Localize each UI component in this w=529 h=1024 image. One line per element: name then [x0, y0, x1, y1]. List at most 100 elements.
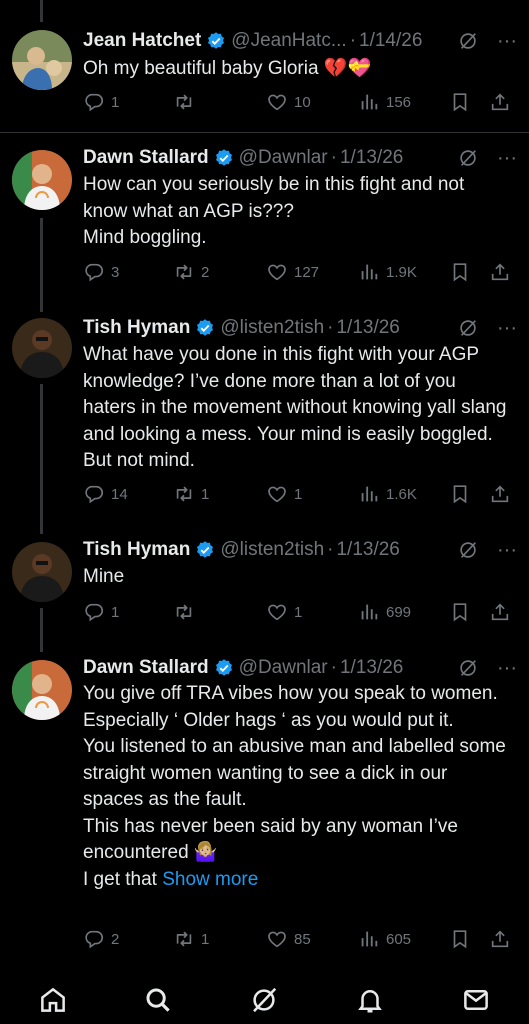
repost-icon: [173, 928, 195, 950]
tweet-date[interactable]: 1/13/26: [336, 539, 399, 561]
share-button[interactable]: [489, 260, 517, 284]
verified-badge-icon: [195, 318, 215, 338]
repost-button[interactable]: [173, 90, 201, 114]
home-icon: [41, 987, 65, 1012]
tweet-actions: 14 1 1 1.6K: [83, 482, 517, 506]
author-handle[interactable]: @Dawnlar: [239, 657, 328, 679]
author-name[interactable]: Dawn Stallard: [83, 657, 209, 679]
author-name[interactable]: Jean Hatchet: [83, 30, 201, 52]
author-handle[interactable]: @Dawnlar: [239, 147, 328, 169]
reply-button[interactable]: 14: [83, 482, 128, 506]
like-button[interactable]: 127: [266, 260, 319, 284]
reply-button[interactable]: 1: [83, 90, 119, 114]
like-button[interactable]: 1: [266, 600, 302, 624]
grok-icon[interactable]: [457, 30, 479, 52]
nav-grok[interactable]: [247, 983, 281, 1017]
like-count: 127: [294, 263, 320, 281]
avatar[interactable]: [12, 150, 72, 210]
views-button[interactable]: 605: [358, 927, 411, 951]
tweet-date[interactable]: 1/13/26: [336, 317, 399, 339]
bookmark-button[interactable]: [449, 90, 477, 114]
like-button[interactable]: 85: [266, 927, 311, 951]
repost-button[interactable]: 2: [173, 260, 209, 284]
views-count: 1.6K: [386, 485, 417, 503]
repost-button[interactable]: 1: [173, 482, 209, 506]
tweet-date[interactable]: 1/14/26: [359, 30, 422, 52]
avatar[interactable]: [12, 660, 72, 720]
nav-home[interactable]: [36, 983, 70, 1017]
grok-icon[interactable]: [457, 539, 479, 561]
reply-icon: [83, 928, 105, 950]
like-button[interactable]: 1: [266, 482, 302, 506]
bookmark-button[interactable]: [449, 927, 477, 951]
reply-icon: [83, 261, 105, 283]
author-handle[interactable]: @listen2tish: [220, 317, 324, 339]
repost-button[interactable]: 1: [173, 927, 209, 951]
avatar[interactable]: [12, 542, 72, 602]
repost-button[interactable]: [173, 600, 201, 624]
search-icon: [146, 988, 170, 1012]
views-icon: [358, 483, 380, 505]
author-name[interactable]: Tish Hyman: [83, 317, 190, 339]
tweet-actions: 2 1 85 605: [83, 927, 517, 951]
like-icon: [266, 601, 288, 623]
grok-icon[interactable]: [457, 657, 479, 679]
like-count: 1: [294, 603, 303, 621]
share-button[interactable]: [489, 927, 517, 951]
more-options-icon[interactable]: ···: [497, 147, 517, 170]
reply-button[interactable]: 3: [83, 260, 119, 284]
views-button[interactable]: 1.9K: [358, 260, 417, 284]
more-options-icon[interactable]: ···: [497, 30, 517, 53]
bookmark-icon: [449, 91, 471, 113]
bottom-navigation: [0, 975, 529, 1024]
share-button[interactable]: [489, 482, 517, 506]
show-more-link[interactable]: Show more: [162, 869, 258, 890]
tweet-date[interactable]: 1/13/26: [340, 147, 403, 169]
bookmark-button[interactable]: [449, 260, 477, 284]
like-icon: [266, 261, 288, 283]
views-button[interactable]: 699: [358, 600, 411, 624]
tweet-paragraph: You give off TRA vibes how you speak to …: [83, 683, 498, 731]
share-icon: [489, 601, 511, 623]
grok-icon[interactable]: [457, 317, 479, 339]
separator-dot: ·: [327, 317, 334, 338]
repost-icon: [173, 483, 195, 505]
nav-search[interactable]: [141, 983, 175, 1017]
share-icon: [489, 483, 511, 505]
author-name[interactable]: Dawn Stallard: [83, 147, 209, 169]
tweet-actions: 1 1 699: [83, 600, 517, 624]
share-icon: [489, 91, 511, 113]
author-handle[interactable]: @listen2tish: [220, 539, 324, 561]
avatar[interactable]: [12, 318, 72, 378]
separator-dot: ·: [330, 147, 337, 168]
views-count: 699: [386, 603, 412, 621]
tweet-date[interactable]: 1/13/26: [340, 657, 403, 679]
more-options-icon[interactable]: ···: [497, 539, 517, 562]
nav-messages[interactable]: [459, 983, 493, 1017]
author-name[interactable]: Tish Hyman: [83, 539, 190, 561]
like-count: 10: [294, 93, 311, 111]
messages-icon: [464, 990, 488, 1010]
nav-notifications[interactable]: [353, 983, 387, 1017]
share-button[interactable]: [489, 600, 517, 624]
tweet-paragraph: How can you seriously be in this fight a…: [83, 174, 465, 222]
more-options-icon[interactable]: ···: [497, 317, 517, 340]
like-button[interactable]: 10: [266, 90, 311, 114]
views-button[interactable]: 1.6K: [358, 482, 417, 506]
bookmark-button[interactable]: [449, 600, 477, 624]
separator-dot: ·: [330, 657, 337, 678]
reply-count: 3: [111, 263, 120, 281]
share-button[interactable]: [489, 90, 517, 114]
more-options-icon[interactable]: ···: [497, 657, 517, 680]
thread-line: [40, 384, 43, 534]
grok-icon[interactable]: [457, 147, 479, 169]
tweet-text: What have you done in this fight with yo…: [83, 342, 509, 475]
views-icon: [358, 928, 380, 950]
views-button[interactable]: 156: [358, 90, 411, 114]
views-count: 1.9K: [386, 263, 417, 281]
author-handle[interactable]: @JeanHatc...: [231, 30, 346, 52]
avatar[interactable]: [12, 30, 72, 90]
reply-button[interactable]: 1: [83, 600, 119, 624]
reply-button[interactable]: 2: [83, 927, 119, 951]
bookmark-button[interactable]: [449, 482, 477, 506]
